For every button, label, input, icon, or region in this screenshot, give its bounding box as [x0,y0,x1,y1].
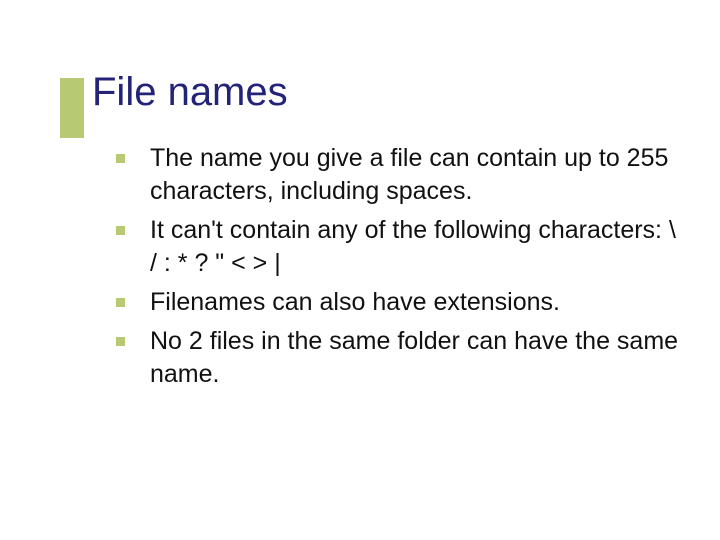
bullet-list: The name you give a file can contain up … [116,142,680,391]
list-item: Filenames can also have extensions. [116,286,680,319]
list-item: No 2 files in the same folder can have t… [116,325,680,391]
list-item: It can't contain any of the following ch… [116,214,680,280]
list-item: The name you give a file can contain up … [116,142,680,208]
slide: File names The name you give a file can … [0,0,720,540]
slide-title: File names [92,70,680,114]
title-accent-bar [60,78,84,138]
